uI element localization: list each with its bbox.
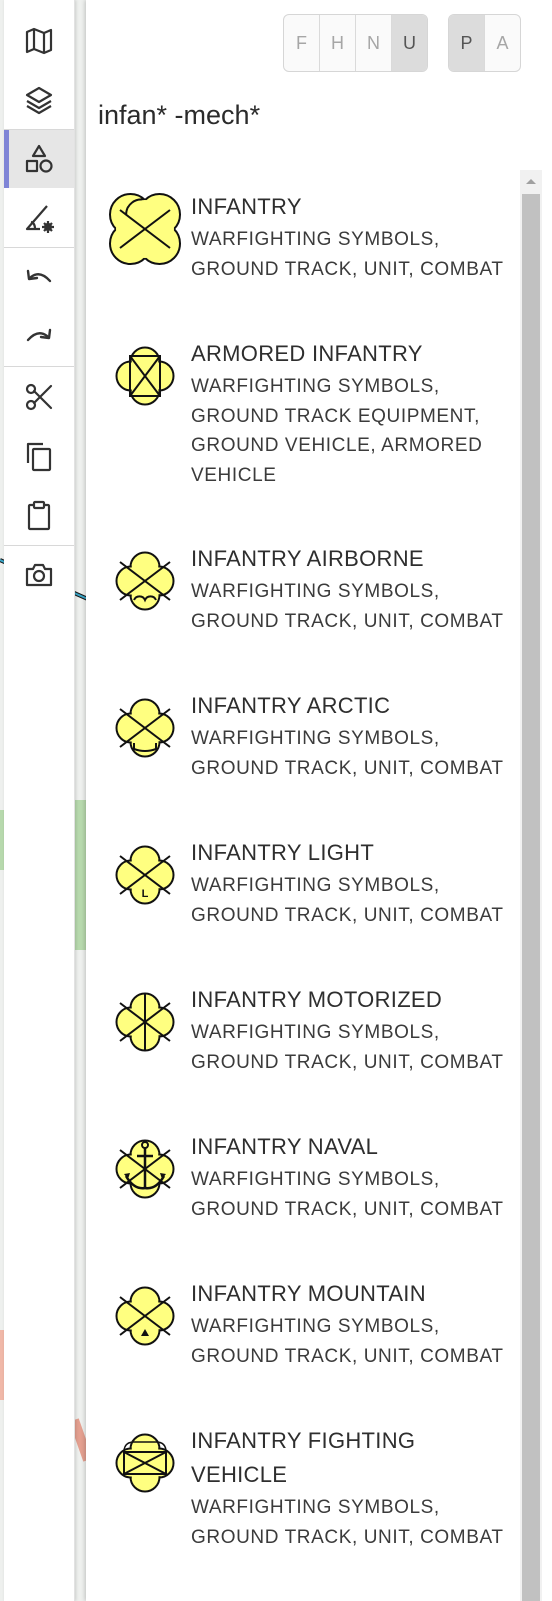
scroll-thumb[interactable] (522, 194, 540, 1601)
paste-button[interactable] (4, 486, 74, 544)
infantry-airborne-symbol-icon (108, 544, 182, 618)
identity-unknown-button[interactable]: U (392, 15, 427, 71)
identity-hostile-button[interactable]: H (320, 15, 356, 71)
map-icon (25, 27, 53, 55)
result-title: INFANTRY MOUNTAIN (191, 1281, 426, 1306)
result-description: WARFIGHTING SYMBOLS, GROUND TRACK, UNIT,… (191, 1022, 504, 1073)
infantry-arctic-symbol-icon (108, 691, 182, 765)
shapes-icon (25, 144, 53, 173)
draw-settings-tool-button[interactable] (4, 189, 74, 247)
result-description: WARFIGHTING SYMBOLS, GROUND TRACK, UNIT,… (191, 581, 504, 632)
result-title: INFANTRY (191, 194, 302, 219)
result-title: ARMORED INFANTRY (191, 341, 423, 366)
infantry-mountain-symbol-icon (108, 1279, 182, 1353)
status-present-button[interactable]: P (449, 15, 485, 71)
screenshot-button[interactable] (4, 546, 74, 604)
infantry-motorized-symbol-icon (108, 985, 182, 1059)
result-title: INFANTRY ARCTIC (191, 693, 391, 718)
infantry-fighting-vehicle-symbol-icon (108, 1426, 182, 1500)
copy-button[interactable] (4, 427, 74, 485)
result-description: WARFIGHTING SYMBOLS, GROUND TRACK, UNIT,… (191, 1497, 504, 1548)
status-filter: P A (448, 14, 521, 72)
result-title: INFANTRY LIGHT (191, 840, 375, 865)
camera-icon (25, 563, 53, 587)
identity-neutral-button[interactable]: N (356, 15, 392, 71)
result-description: WARFIGHTING SYMBOLS, GROUND TRACK, UNIT,… (191, 229, 504, 280)
result-description: WARFIGHTING SYMBOLS, GROUND TRACK EQUIPM… (191, 376, 483, 486)
result-title: INFANTRY MOTORIZED (191, 987, 443, 1012)
infantry-symbol-icon (108, 192, 182, 266)
redo-icon (26, 328, 52, 342)
svg-text:L: L (142, 888, 149, 900)
result-description: WARFIGHTING SYMBOLS, GROUND TRACK, UNIT,… (191, 1316, 504, 1367)
result-description: WARFIGHTING SYMBOLS, GROUND TRACK, UNIT,… (191, 728, 504, 779)
map-tool-button[interactable] (4, 12, 74, 70)
layers-icon (25, 86, 53, 115)
scroll-up-arrow-icon[interactable] (520, 170, 542, 192)
copy-icon (26, 442, 52, 472)
identity-filter: F H N U (283, 14, 428, 72)
result-title: INFANTRY NAVAL (191, 1134, 379, 1159)
undo-icon (26, 269, 52, 283)
result-title: INFANTRY AIRBORNE (191, 546, 424, 571)
infantry-light-symbol-icon: L (108, 838, 182, 912)
toolbar (4, 0, 75, 1601)
results-scrollbar[interactable] (520, 170, 542, 1601)
draw-settings-icon (25, 205, 54, 233)
layers-tool-button[interactable] (4, 71, 74, 129)
infantry-naval-symbol-icon (108, 1132, 182, 1206)
identity-friend-button[interactable]: F (284, 15, 320, 71)
armored-infantry-symbol-icon (108, 339, 182, 413)
paste-icon (27, 500, 51, 531)
status-anticipated-button[interactable]: A (485, 15, 520, 71)
cut-button[interactable] (4, 368, 74, 426)
shapes-tool-button[interactable] (4, 130, 74, 188)
result-description: WARFIGHTING SYMBOLS, GROUND TRACK, UNIT,… (191, 1169, 504, 1220)
symbol-search-panel: F H N U P A infan* -mech* INFANTRY WARFI… (86, 0, 552, 1601)
result-description: WARFIGHTING SYMBOLS, GROUND TRACK, UNIT,… (191, 875, 504, 926)
undo-button[interactable] (4, 250, 74, 308)
redo-button[interactable] (4, 309, 74, 367)
search-query[interactable]: infan* -mech* (98, 100, 260, 131)
result-title: INFANTRY FIGHTING VEHICLE (191, 1428, 416, 1487)
cut-icon (25, 383, 53, 411)
